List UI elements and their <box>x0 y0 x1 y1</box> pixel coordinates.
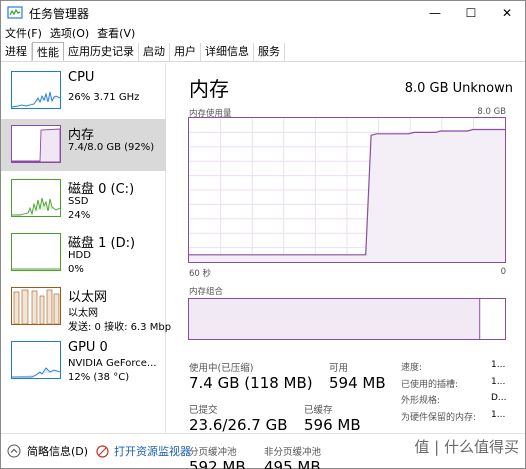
disk1-thumbnail-graph <box>11 233 61 271</box>
open-resource-monitor-link[interactable]: 打开资源监视器 <box>96 443 191 459</box>
sidebar-ethernet-name: 以太网 <box>68 308 98 319</box>
disk0-thumbnail-graph <box>11 179 61 217</box>
brief-details-label: 简略信息(D) <box>27 445 89 458</box>
tab-bar: 进程 性能 应用历史记录 启动 用户 详细信息 服务 <box>1 42 525 62</box>
sidebar-disk1-type: HDD <box>68 250 91 261</box>
tab-services[interactable]: 服务 <box>254 43 285 61</box>
sidebar-item-ethernet[interactable]: 以太网 以太网 发送: 0 接收: 6.3 Mbp <box>1 281 171 333</box>
page-title: 内存 <box>189 77 229 101</box>
sidebar-disk1-usage: 0% <box>68 264 84 275</box>
title-bar: 任务管理器 — ☐ ✕ <box>1 1 525 25</box>
memory-capacity: 8.0 GB Unknown <box>404 81 513 96</box>
maximize-button[interactable]: ☐ <box>453 1 489 25</box>
sidebar-disk0-usage: 24% <box>68 210 91 221</box>
watermark-text: 值 | 什么值得买 <box>414 438 519 456</box>
sidebar-gpu0-model: NVIDIA GeForce... <box>68 358 157 369</box>
cpu-thumbnail-graph <box>11 71 61 109</box>
sidebar-item-disk0[interactable]: 磁盘 0 (C:) SSD 24% <box>1 173 166 225</box>
detail-slots-value: 1... <box>491 377 506 387</box>
sidebar-item-memory[interactable]: 内存 7.4/8.0 GB (92%) <box>1 119 166 171</box>
detail-speed-value: 1... <box>491 360 506 370</box>
composition-label: 内存组合 <box>189 287 224 297</box>
cached-label: 已缓存 <box>304 405 333 416</box>
tab-app-history[interactable]: 应用历史记录 <box>64 43 139 61</box>
resource-sidebar: CPU 26% 3.71 GHz 内存 7.4/8.0 GB (92%) 磁盘 … <box>1 63 171 433</box>
sidebar-item-cpu[interactable]: CPU 26% 3.71 GHz <box>1 65 166 117</box>
detail-speed-label: 速度: <box>401 363 423 373</box>
memory-composition-bar <box>188 298 506 340</box>
menu-file[interactable]: 文件(F) <box>1 25 46 43</box>
chevron-up-icon <box>7 444 21 458</box>
gpu0-thumbnail-graph <box>11 341 61 379</box>
sidebar-disk0-type: SSD <box>68 196 89 207</box>
resource-monitor-icon <box>96 444 109 458</box>
detail-reserved-label: 为硬件保留的内存: <box>401 413 477 423</box>
in-use-value: 7.4 GB (118 MB) <box>189 374 313 392</box>
menu-view[interactable]: 查看(V) <box>93 25 139 43</box>
footer-bar: 简略信息(D) 打开资源监视器 值 | 什么值得买 <box>1 433 525 468</box>
sidebar-memory-sub: 7.4/8.0 GB (92%) <box>68 142 155 153</box>
tab-processes[interactable]: 进程 <box>1 43 32 61</box>
sidebar-cpu-sub: 26% 3.71 GHz <box>68 92 140 103</box>
memory-usage-graph <box>188 117 506 263</box>
committed-value: 23.6/26.7 GB <box>189 416 288 434</box>
memory-usage-chart <box>189 118 505 262</box>
task-manager-window: 任务管理器 — ☐ ✕ 文件(F) 选项(O) 查看(V) 进程 性能 应用历史… <box>0 0 526 469</box>
tab-users[interactable]: 用户 <box>170 43 201 61</box>
sidebar-memory-title: 内存 <box>68 128 95 143</box>
sidebar-gpu0-usage: 12% (38 °C) <box>68 372 130 383</box>
sidebar-item-gpu0[interactable]: GPU 0 NVIDIA GeForce... 12% (38 °C) <box>1 335 166 387</box>
sidebar-gpu0-title: GPU 0 <box>68 340 108 355</box>
close-button[interactable]: ✕ <box>489 1 525 25</box>
menu-options[interactable]: 选项(O) <box>46 25 93 43</box>
detail-reserved-value: 1... <box>491 410 506 420</box>
tab-performance[interactable]: 性能 <box>32 42 64 61</box>
sidebar-cpu-title: CPU <box>68 70 95 85</box>
minimize-button[interactable]: — <box>417 1 453 25</box>
sidebar-ethernet-throughput: 发送: 0 接收: 6.3 Mbp <box>68 322 172 333</box>
available-label: 可用 <box>329 363 349 374</box>
tab-startup[interactable]: 启动 <box>139 43 170 61</box>
cached-value: 596 MB <box>304 416 361 434</box>
detail-form-factor-value: D... <box>491 393 507 403</box>
graph-axis-right-label: 0 <box>500 267 506 277</box>
usage-graph-max: 8.0 GB <box>477 107 506 117</box>
resource-monitor-label: 打开资源监视器 <box>114 445 191 458</box>
sidebar-disk1-title: 磁盘 1 (D:) <box>68 236 136 251</box>
committed-label: 已提交 <box>189 405 218 416</box>
brief-details-button[interactable]: 简略信息(D) <box>7 443 88 459</box>
menu-bar: 文件(F) 选项(O) 查看(V) <box>1 25 139 43</box>
detail-slots-label: 已使用的插槽: <box>401 380 459 390</box>
tab-details[interactable]: 详细信息 <box>201 43 254 61</box>
composition-in-use <box>189 299 480 339</box>
detail-form-factor-label: 外形规格: <box>401 396 441 406</box>
window-title: 任务管理器 <box>29 6 90 21</box>
graph-axis-left-label: 60 秒 <box>189 269 212 279</box>
ethernet-thumbnail-graph <box>11 287 61 325</box>
sidebar-ethernet-title: 以太网 <box>68 290 108 305</box>
memory-thumbnail-graph <box>11 125 61 163</box>
in-use-label: 使用中(已压缩) <box>189 363 254 374</box>
sidebar-item-disk1[interactable]: 磁盘 1 (D:) HDD 0% <box>1 227 166 279</box>
task-manager-icon <box>7 6 23 19</box>
watermark-logo: 值 | 什么值得买 <box>414 436 519 457</box>
available-value: 594 MB <box>329 374 386 392</box>
sidebar-disk0-title: 磁盘 0 (C:) <box>68 182 135 197</box>
